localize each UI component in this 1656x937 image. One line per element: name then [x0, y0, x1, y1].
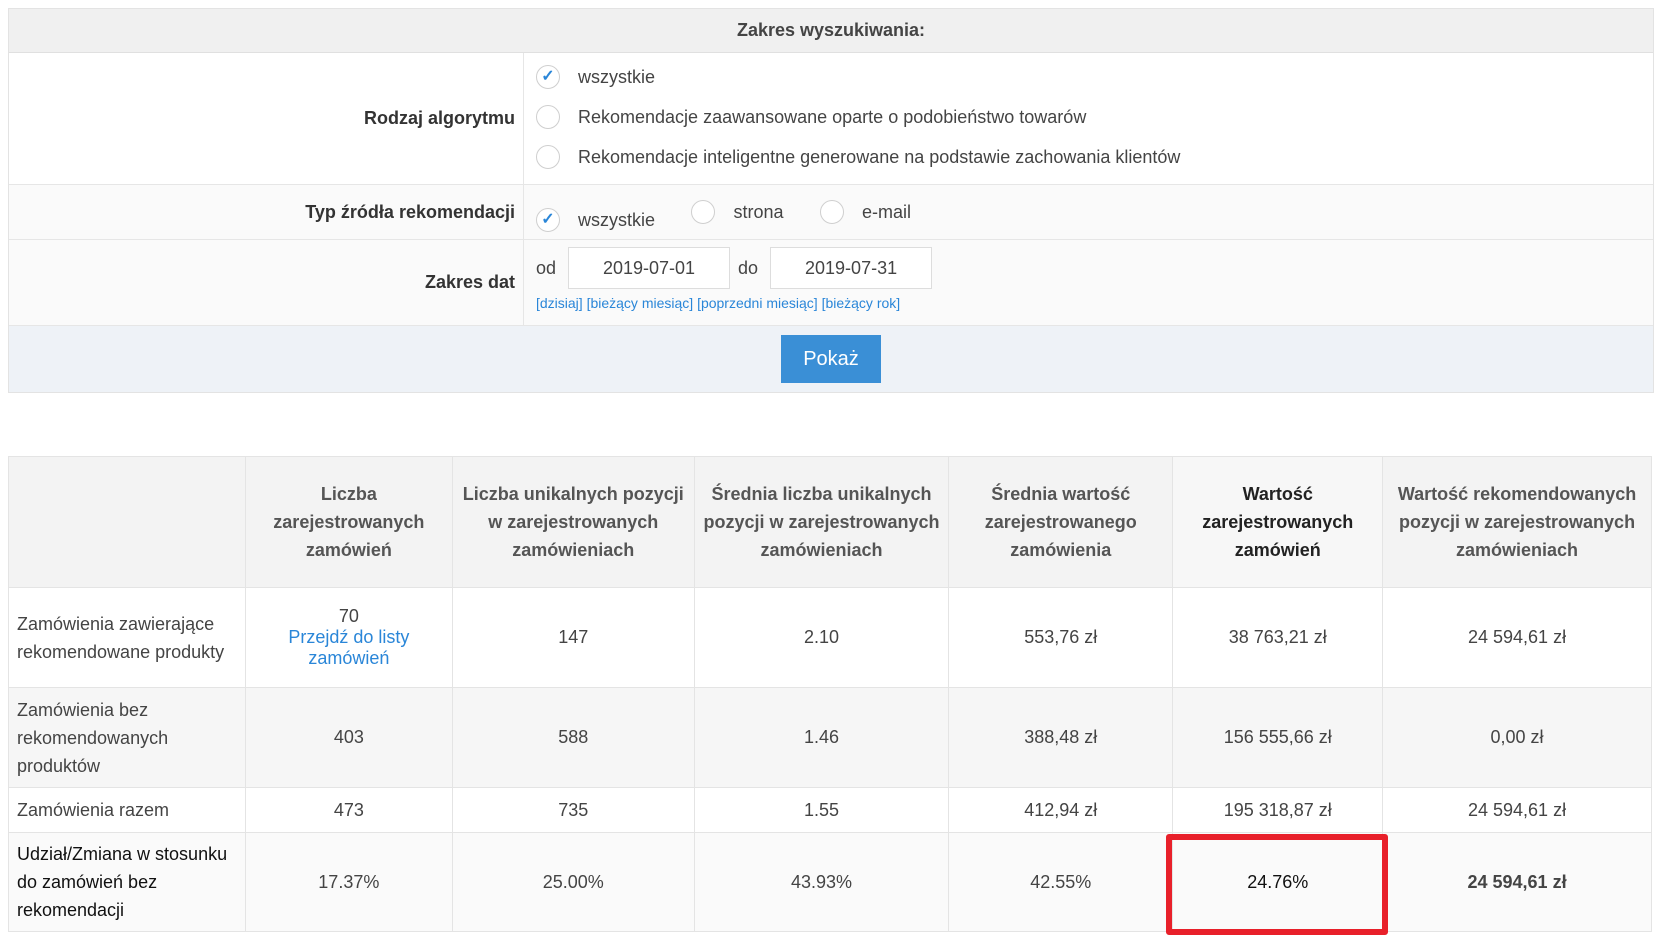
- header-avg-order-value: Średnia wartość zarejestrowanego zamówie…: [948, 456, 1174, 588]
- table-cell: 2.10: [693, 587, 950, 688]
- radio-checked-icon[interactable]: [536, 65, 560, 89]
- table-cell: 588: [451, 687, 695, 788]
- quick-link-current-month[interactable]: [bieżący miesiąc]: [587, 295, 694, 311]
- table-row: Zamówienia razem 473 735 1.55 412,94 zł …: [7, 787, 1652, 833]
- row-label: Udział/Zmiana w stosunku do zamówień bez…: [7, 832, 247, 932]
- row-label: Zamówienia razem: [7, 787, 247, 833]
- table-cell: 43.93%: [693, 832, 950, 932]
- order-count-cell: 70 Przejdź do listy zamówień: [245, 587, 453, 688]
- source-options: wszystkie strona e-mail: [524, 185, 1653, 239]
- table-cell: 24 594,61 zł: [1382, 587, 1652, 688]
- table-cell: 17.37%: [245, 832, 453, 932]
- source-option-label: strona: [733, 201, 784, 222]
- date-range-row: Zakres dat od do [dzisiaj] [bieżący mies…: [9, 240, 1653, 326]
- header-avg-unique-items: Średnia liczba unikalnych pozycji w zare…: [693, 456, 950, 588]
- row-label: Zamówienia bez rekomendowanych produktów: [7, 687, 247, 788]
- table-cell: 24 594,61 zł: [1382, 832, 1652, 932]
- table-cell: 25.00%: [451, 832, 695, 932]
- date-inputs: od do: [536, 247, 1653, 289]
- table-row: Zamówienia bez rekomendowanych produktów…: [7, 687, 1652, 788]
- algorithm-option-behavior[interactable]: Rekomendacje inteligentne generowane na …: [536, 137, 1653, 177]
- go-to-orders-link[interactable]: Przejdź do listy zamówień: [288, 627, 409, 668]
- algorithm-label: Rodzaj algorytmu: [9, 53, 524, 184]
- table-cell: 388,48 zł: [948, 687, 1174, 788]
- header-unique-items: Liczba unikalnych pozycji w zarejestrowa…: [451, 456, 695, 588]
- search-panel: Zakres wyszukiwania: Rodzaj algorytmu ws…: [8, 8, 1654, 393]
- date-to-label: do: [738, 257, 759, 278]
- date-range-controls: od do [dzisiaj] [bieżący miesiąc] [poprz…: [524, 240, 1653, 325]
- algorithm-option-label: Rekomendacje zaawansowane oparte o podob…: [578, 106, 1087, 127]
- header-order-count: Liczba zarejestrowanych zamówień: [245, 456, 453, 588]
- radio-unchecked-icon[interactable]: [536, 105, 560, 129]
- date-quick-links: [dzisiaj] [bieżący miesiąc] [poprzedni m…: [536, 295, 1653, 311]
- submit-row: Pokaż: [9, 326, 1653, 392]
- table-cell: 1.55: [693, 787, 950, 833]
- quick-link-today[interactable]: [dzisiaj]: [536, 295, 583, 311]
- algorithm-option-label: wszystkie: [578, 66, 656, 87]
- table-cell: 195 318,87 zł: [1172, 787, 1384, 833]
- radio-checked-icon[interactable]: [536, 208, 560, 232]
- algorithm-option-label: Rekomendacje inteligentne generowane na …: [578, 146, 1181, 167]
- quick-link-previous-month[interactable]: [poprzedni miesiąc]: [697, 295, 818, 311]
- table-cell: 156 555,66 zł: [1172, 687, 1384, 788]
- order-count-value: 70: [338, 606, 359, 626]
- table-cell: 38 763,21 zł: [1172, 587, 1384, 688]
- header-orders-value: Wartość zarejestrowanych zamówień: [1172, 456, 1384, 588]
- source-option-label: e-mail: [861, 201, 911, 222]
- date-from-input[interactable]: [568, 247, 731, 289]
- table-cell: 1.46: [693, 687, 950, 788]
- source-row: Typ źródła rekomendacji wszystkie strona…: [9, 185, 1653, 240]
- header-empty: [7, 456, 247, 588]
- date-from-label: od: [536, 257, 557, 278]
- table-row: Zamówienia zawierające rekomendowane pro…: [7, 587, 1652, 688]
- header-recommended-value: Wartość rekomendowanych pozycji w zareje…: [1382, 456, 1652, 588]
- source-option-email[interactable]: e-mail: [819, 185, 911, 239]
- date-to-input[interactable]: [770, 247, 933, 289]
- source-option-page[interactable]: strona: [691, 185, 784, 239]
- algorithm-row: Rodzaj algorytmu wszystkie Rekomendacje …: [9, 53, 1653, 185]
- highlighted-share-cell: 24.76%: [1166, 832, 1389, 935]
- radio-unchecked-icon[interactable]: [819, 200, 844, 224]
- table-cell: 412,94 zł: [948, 787, 1174, 833]
- table-cell: 147: [451, 587, 695, 688]
- algorithm-option-all[interactable]: wszystkie: [536, 57, 1653, 97]
- table-header-row: Liczba zarejestrowanych zamówień Liczba …: [7, 456, 1652, 588]
- table-cell: 553,76 zł: [948, 587, 1174, 688]
- table-cell: 24 594,61 zł: [1382, 787, 1652, 833]
- table-cell: 473: [245, 787, 453, 833]
- highlighted-share-value: 24.76%: [1247, 871, 1309, 892]
- show-button[interactable]: Pokaż: [781, 335, 881, 383]
- row-label: Zamówienia zawierające rekomendowane pro…: [7, 587, 247, 688]
- quick-link-current-year[interactable]: [bieżący rok]: [822, 295, 901, 311]
- source-label: Typ źródła rekomendacji: [9, 185, 524, 239]
- radio-unchecked-icon[interactable]: [536, 145, 560, 169]
- date-range-label: Zakres dat: [9, 240, 524, 325]
- table-cell: 403: [245, 687, 453, 788]
- results-table: Liczba zarejestrowanych zamówień Liczba …: [7, 456, 1652, 935]
- algorithm-options: wszystkie Rekomendacje zaawansowane opar…: [524, 53, 1653, 184]
- table-cell: 0,00 zł: [1382, 687, 1652, 788]
- algorithm-option-similarity[interactable]: Rekomendacje zaawansowane oparte o podob…: [536, 97, 1653, 137]
- radio-unchecked-icon[interactable]: [691, 200, 716, 224]
- table-cell: 735: [451, 787, 695, 833]
- table-cell: 42.55%: [948, 832, 1174, 932]
- source-option-label: wszystkie: [578, 209, 656, 230]
- table-row: Udział/Zmiana w stosunku do zamówień bez…: [7, 832, 1652, 935]
- search-panel-title: Zakres wyszukiwania:: [9, 9, 1653, 53]
- source-option-all[interactable]: wszystkie: [536, 193, 655, 247]
